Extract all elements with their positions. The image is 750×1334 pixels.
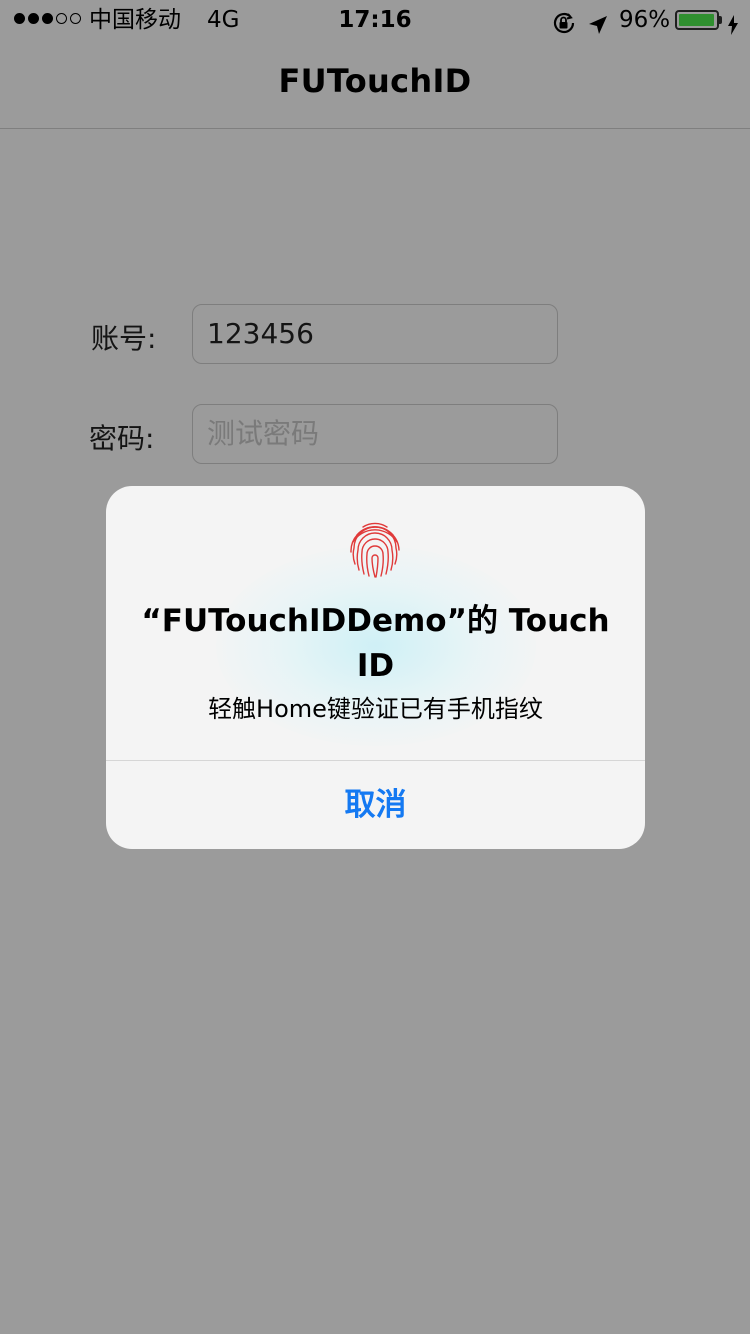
password-placeholder: 测试密码 — [207, 417, 320, 450]
account-field[interactable]: 123456 — [192, 304, 558, 364]
battery-percent: 96% — [619, 7, 671, 33]
password-label: 密码: — [89, 422, 155, 455]
account-value: 123456 — [207, 317, 314, 350]
battery-level-fill — [679, 14, 714, 26]
navigation-bar: FUTouchID — [0, 40, 750, 129]
battery-tip — [719, 16, 722, 24]
cancel-button[interactable]: 取消 — [106, 761, 645, 849]
account-label: 账号: — [91, 322, 157, 355]
password-field[interactable]: 测试密码 — [192, 404, 558, 464]
page-title: FUTouchID — [278, 62, 472, 100]
touch-id-alert: “FUTouchIDDemo”的 Touch ID 轻触Home键验证已有手机指… — [106, 486, 645, 849]
fingerprint-icon — [350, 522, 400, 578]
status-bar: 中国移动 4G 17:16 96% — [0, 0, 750, 40]
battery-icon — [675, 10, 719, 30]
alert-title: “FUTouchIDDemo”的 Touch ID — [141, 603, 610, 684]
alert-message: 轻触Home键验证已有手机指纹 — [208, 695, 543, 723]
